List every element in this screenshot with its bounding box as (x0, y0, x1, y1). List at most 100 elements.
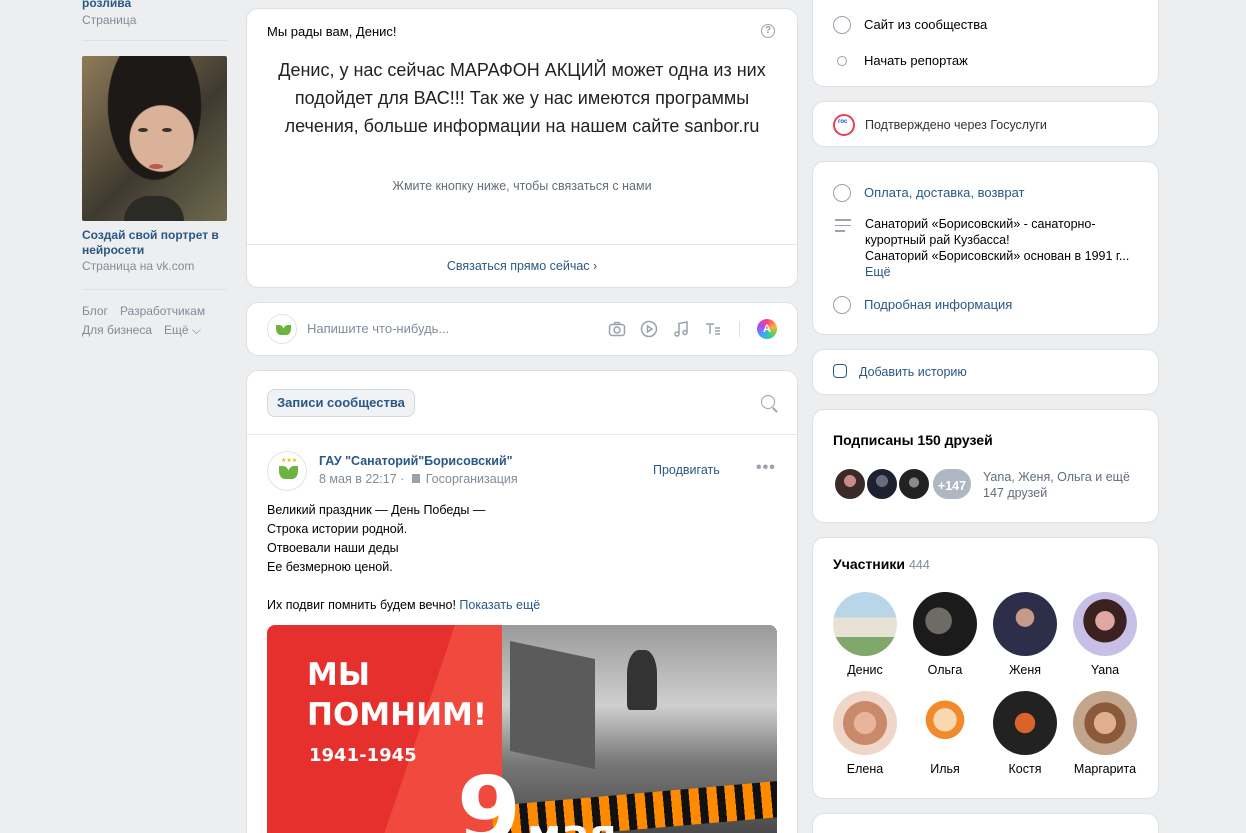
ad-subtitle: Страница на vk.com (82, 259, 195, 273)
post-author-avatar[interactable]: ★★★ (267, 451, 307, 491)
member-name: Маргарита (1073, 762, 1137, 776)
ad-top-subtitle: Страница (82, 13, 137, 27)
show-more-link[interactable]: Ещё (865, 265, 891, 279)
post-line: Отвоевали наши деды (267, 541, 399, 555)
contact-now-button[interactable]: Связаться прямо сейчас › (247, 259, 797, 273)
gosuslugi-verified-card[interactable]: Подтверждено через Госуслуги (812, 101, 1159, 147)
member-card[interactable]: Денис (825, 592, 905, 677)
welcome-hint: Жмите кнопку ниже, чтобы связаться с нам… (392, 179, 652, 193)
banner-headline-line: МЫ (307, 657, 370, 693)
article-icon[interactable] (704, 320, 722, 338)
next-card (812, 813, 1159, 833)
post-line: Их подвиг помнить будем вечно! (267, 598, 456, 612)
ai-assistant-icon[interactable]: A (757, 319, 777, 339)
community-actions-card: Сайт из сообщества Начать репортаж (812, 0, 1159, 87)
footer-link-developers[interactable]: Разработчикам (120, 304, 205, 318)
post-line: Ее безмерною ценой. (267, 560, 393, 574)
post-image-victory-day[interactable]: МЫ ПОМНИМ! 1941-1945 9 мая (267, 625, 777, 833)
ad-title[interactable]: Создай свой портрет в нейросети (82, 228, 222, 258)
meta-dot: · (400, 472, 408, 486)
community-avatar[interactable] (267, 314, 297, 344)
member-card[interactable]: Маргарита (1065, 691, 1145, 776)
divider (247, 434, 797, 435)
member-name: Илья (930, 762, 960, 776)
footer-link-more[interactable]: Ещё ⌵ (164, 323, 201, 337)
more-options-icon[interactable]: ••• (756, 459, 776, 477)
org-type: Госорганизация (425, 472, 518, 486)
post-author[interactable]: ГАУ "Санаторий"Борисовский" (319, 454, 513, 468)
post-text: Великий праздник — День Победы — Строка … (267, 501, 540, 615)
footer-link-blog[interactable]: Блог (82, 304, 108, 318)
member-card[interactable]: Женя (985, 592, 1065, 677)
member-name: Ольга (927, 663, 963, 677)
gosuslugi-label: Подтверждено через Госуслуги (865, 118, 1047, 132)
video-icon[interactable] (640, 320, 658, 338)
action-label: Сайт из сообщества (864, 17, 988, 32)
portrait-collar (124, 196, 184, 221)
member-avatar (993, 691, 1057, 755)
description-icon (835, 219, 851, 236)
add-story-card[interactable]: Добавить историю (812, 349, 1159, 395)
members-title[interactable]: Участники 444 (833, 556, 930, 572)
ad-top-title[interactable]: розлива (82, 0, 131, 9)
member-name: Костя (1008, 762, 1042, 776)
member-name: Денис (847, 663, 883, 677)
camera-icon[interactable] (608, 320, 626, 338)
question-icon (833, 184, 851, 202)
promote-button[interactable]: Продвигать (653, 463, 720, 477)
post-line: Строка истории родной. (267, 522, 408, 536)
member-card[interactable]: Костя (985, 691, 1065, 776)
member-name: Женя (1008, 663, 1041, 677)
broadcast-icon (837, 56, 847, 66)
member-card[interactable]: Елена (825, 691, 905, 776)
info-icon (833, 296, 851, 314)
welcome-message: Денис, у нас сейчас МАРАФОН АКЦИЙ может … (278, 60, 766, 136)
friends-names-line: Yana, Женя, Ольга и ещё (983, 470, 1130, 484)
member-avatar (833, 592, 897, 656)
tab-community-posts[interactable]: Записи сообщества (267, 389, 415, 417)
post-date[interactable]: 8 мая в 22:17 (319, 472, 397, 486)
post-line-blank (267, 577, 540, 596)
post-input[interactable]: Напишите что-нибудь... (307, 321, 449, 336)
divider (739, 321, 740, 337)
ad-image-portrait[interactable] (82, 56, 227, 221)
description-line: Санаторий «Борисовский» основан в 1991 г… (865, 249, 1130, 263)
music-icon[interactable] (672, 320, 690, 338)
member-avatar (833, 691, 897, 755)
action-label: Начать репортаж (864, 53, 968, 68)
community-info-card: Оплата, доставка, возврат Санаторий «Бор… (812, 161, 1159, 335)
show-more-link[interactable]: Показать ещё (459, 598, 540, 612)
member-card[interactable]: Ольга (905, 592, 985, 677)
friends-names-line: 147 друзей (983, 486, 1048, 500)
portrait-eye (138, 128, 148, 132)
logo-star: ★★★ (281, 458, 298, 464)
friend-avatar (897, 467, 931, 501)
friends-names: Yana, Женя, Ольга и ещё 147 друзей (983, 469, 1130, 501)
banner-years: 1941-1945 (309, 745, 417, 766)
portrait-mouth (149, 164, 163, 169)
member-card[interactable]: Илья (905, 691, 985, 776)
members-title-label: Участники (833, 556, 905, 572)
member-avatar (913, 691, 977, 755)
footer-link-business[interactable]: Для бизнеса (82, 323, 152, 337)
logo-leaf (288, 466, 298, 479)
members-card: Участники 444 Денис Ольга Женя Yana Елена… (812, 537, 1159, 799)
community-feed: Записи сообщества ★★★ ГАУ "Санаторий"Бор… (246, 370, 798, 833)
logo-leaf (283, 325, 291, 335)
member-avatar (913, 592, 977, 656)
banner-flag (510, 640, 595, 770)
description-line: Санаторий «Борисовский» - санаторно-куро… (865, 217, 1096, 247)
welcome-card: Мы рады вам, Денис! ? Денис, у нас сейча… (246, 8, 798, 288)
search-icon[interactable] (761, 395, 775, 409)
info-label: Оплата, доставка, возврат (864, 185, 1025, 200)
community-description: Санаторий «Борисовский» - санаторно-куро… (865, 216, 1140, 280)
welcome-greeting: Мы рады вам, Денис! (267, 24, 397, 39)
member-card[interactable]: Yana (1065, 592, 1145, 677)
subscribed-friends-card[interactable]: Подписаны 150 друзей +147 Yana, Женя, Ол… (812, 409, 1159, 523)
footer-links: Блог Разработчикам Для бизнеса Ещё ⌵ (82, 302, 232, 340)
instagram-camera-icon (833, 364, 847, 378)
banner-soldier (627, 650, 657, 710)
gosuslugi-icon (833, 114, 855, 136)
help-icon[interactable]: ? (761, 24, 775, 38)
divider (247, 244, 797, 245)
